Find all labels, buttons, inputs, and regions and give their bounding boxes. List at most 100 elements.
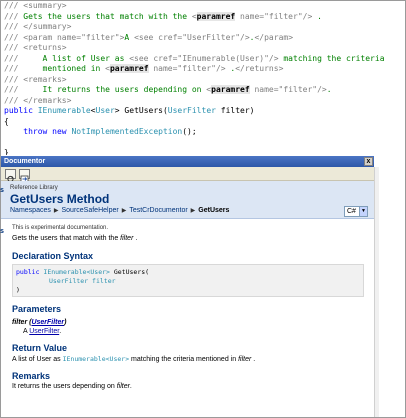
breadcrumb-current: GetUsers (198, 207, 230, 214)
param-type-link[interactable]: UserFilter (31, 319, 64, 326)
language-value: C# (347, 208, 356, 215)
remarks-text: It returns the users depending on filter… (12, 382, 365, 392)
code-token: /// (4, 74, 24, 84)
code-token: filter) (215, 106, 255, 115)
breadcrumb-sourcesafehelper[interactable]: SourceSafeHelper (61, 207, 118, 214)
code-token: <returns> (23, 43, 67, 52)
code-line[interactable]: /// It returns the users depending on <p… (1, 85, 405, 96)
code-token: < (191, 11, 197, 21)
return-prefix: A list of User as (12, 356, 63, 363)
code-line[interactable]: /// Gets the users that match with the <… (1, 11, 405, 23)
code-line[interactable]: /// mentioned in <paramref name="filter"… (1, 64, 405, 75)
doc-content: This is experimental documentation. Gets… (1, 219, 374, 392)
code-line[interactable]: /// <returns> (1, 43, 405, 54)
code-token: /// (4, 95, 24, 105)
code-token: User (95, 106, 115, 115)
code-token: . (326, 85, 332, 94)
code-token: /// (4, 11, 24, 21)
code-line[interactable] (1, 138, 405, 149)
code-token: <see cref="IEnumerable(User)"/> (129, 53, 279, 63)
code-token: matching the criteria (278, 53, 385, 63)
language-select[interactable]: C# ▼ (344, 206, 368, 217)
code-token: <remarks> (23, 74, 67, 84)
export-icon[interactable] (19, 169, 30, 183)
code-token: /// (4, 64, 43, 73)
code-line[interactable]: /// <remarks> (1, 75, 405, 86)
code-line[interactable]: } (1, 148, 405, 155)
documentor-title: Documentor (4, 158, 46, 165)
remarks-suffix: . (129, 383, 132, 390)
method-signature: GetUsers( (109, 268, 150, 276)
documentor-panel: Reference Library GetUsers Method Namesp… (1, 181, 374, 417)
param-name-code: filter (88, 277, 116, 285)
code-token: <see cref="UserFilter"/> (134, 32, 250, 42)
chevron-down-icon[interactable]: ▼ (359, 207, 367, 216)
code-token: mentioned in (42, 64, 106, 73)
refresh-icon[interactable] (5, 169, 16, 183)
code-token: A (124, 32, 135, 42)
experimental-note: This is experimental documentation. (12, 225, 109, 231)
code-token: /// (4, 43, 24, 52)
breadcrumb: Namespaces ▶ SourceSafeHelper ▶ TestCrDocume… (10, 206, 374, 216)
remarks-prefix: It returns the users depending on (12, 383, 117, 390)
code-token: paramref (196, 11, 236, 21)
code-token: . (225, 64, 236, 73)
code-line[interactable]: { (1, 117, 405, 128)
code-token: /// (4, 32, 24, 42)
code-editor[interactable]: /// <summary>/// Gets the users that mat… (1, 1, 405, 155)
code-token: </summary> (23, 22, 72, 31)
code-token: /// (4, 85, 43, 94)
summary-param-ref: filter (120, 235, 134, 242)
declaration-code: public IEnumerable<User> GetUsers( UserF… (12, 264, 364, 297)
param-name: filter (12, 319, 28, 326)
code-line[interactable]: /// </summary> (1, 22, 405, 33)
return-middle: matching the criteria mentioned in (129, 356, 239, 363)
breadcrumb-namespaces[interactable]: Namespaces (10, 207, 51, 214)
summary-prefix: Gets the users that match with the (12, 235, 121, 242)
code-token: /// (4, 1, 24, 10)
parameters-heading: Parameters (12, 304, 62, 314)
code-token: <summary> (23, 1, 67, 10)
param-entry: filter (UserFilter) (12, 319, 67, 326)
code-token: throw new (4, 127, 72, 136)
code-token: </remarks> (23, 95, 72, 105)
code-token: </returns> (235, 64, 284, 73)
code-line[interactable]: /// A list of User as <see cref="IEnumer… (1, 54, 405, 65)
close-button[interactable]: x (364, 157, 373, 166)
breadcrumb-arrow-icon: ▶ (121, 208, 127, 214)
declaration-line: UserFilter filter (16, 277, 363, 286)
remarks-heading: Remarks (12, 371, 51, 381)
code-token: name="filter"/> (235, 11, 313, 21)
scrollbar[interactable] (374, 167, 379, 417)
breadcrumb-arrow-icon: ▶ (53, 208, 59, 214)
code-token: { (4, 116, 9, 126)
userfilter-link[interactable]: UserFilter (29, 328, 59, 335)
page-title: GetUsers Method (10, 192, 110, 206)
code-line[interactable]: /// </remarks> (1, 96, 405, 107)
keyword-public: public (16, 268, 44, 276)
code-line[interactable]: /// <summary> (1, 1, 405, 12)
return-type-ref: IEnumerable<User> (62, 355, 130, 363)
return-param-ref: filter (238, 356, 252, 363)
param-description: A UserFilter. (12, 327, 365, 336)
code-line[interactable]: /// <param name="filter">A <see cref="Us… (1, 33, 405, 44)
code-line[interactable]: public IEnumerable<User> GetUsers(UserFi… (1, 106, 405, 117)
breadcrumb-arrow-icon: ▶ (190, 208, 196, 214)
code-token: name="filter"/> (148, 64, 226, 73)
documentor-toolbar (1, 167, 374, 183)
return-type: IEnumerable<User> (43, 268, 110, 276)
code-token: NotImplementedException (71, 127, 183, 136)
param-type-code: UserFilter (49, 277, 89, 285)
edge-mark: s (0, 228, 4, 235)
return-value-heading: Return Value (12, 343, 68, 353)
closing-paren: ) (16, 286, 20, 294)
param-desc-suffix: . (59, 328, 62, 335)
code-line[interactable]: throw new NotImplementedException(); (1, 127, 405, 138)
code-token: > GetUsers( (114, 106, 168, 115)
breadcrumb-testcrdocumentor[interactable]: TestCrDocumentor (129, 207, 187, 214)
declaration-line: ) (16, 286, 363, 295)
code-token: public (4, 106, 38, 115)
remarks-param-ref: filter (116, 383, 130, 390)
summary-text: Gets the users that match with the filte… (12, 234, 365, 244)
code-token: </param> (254, 32, 294, 42)
